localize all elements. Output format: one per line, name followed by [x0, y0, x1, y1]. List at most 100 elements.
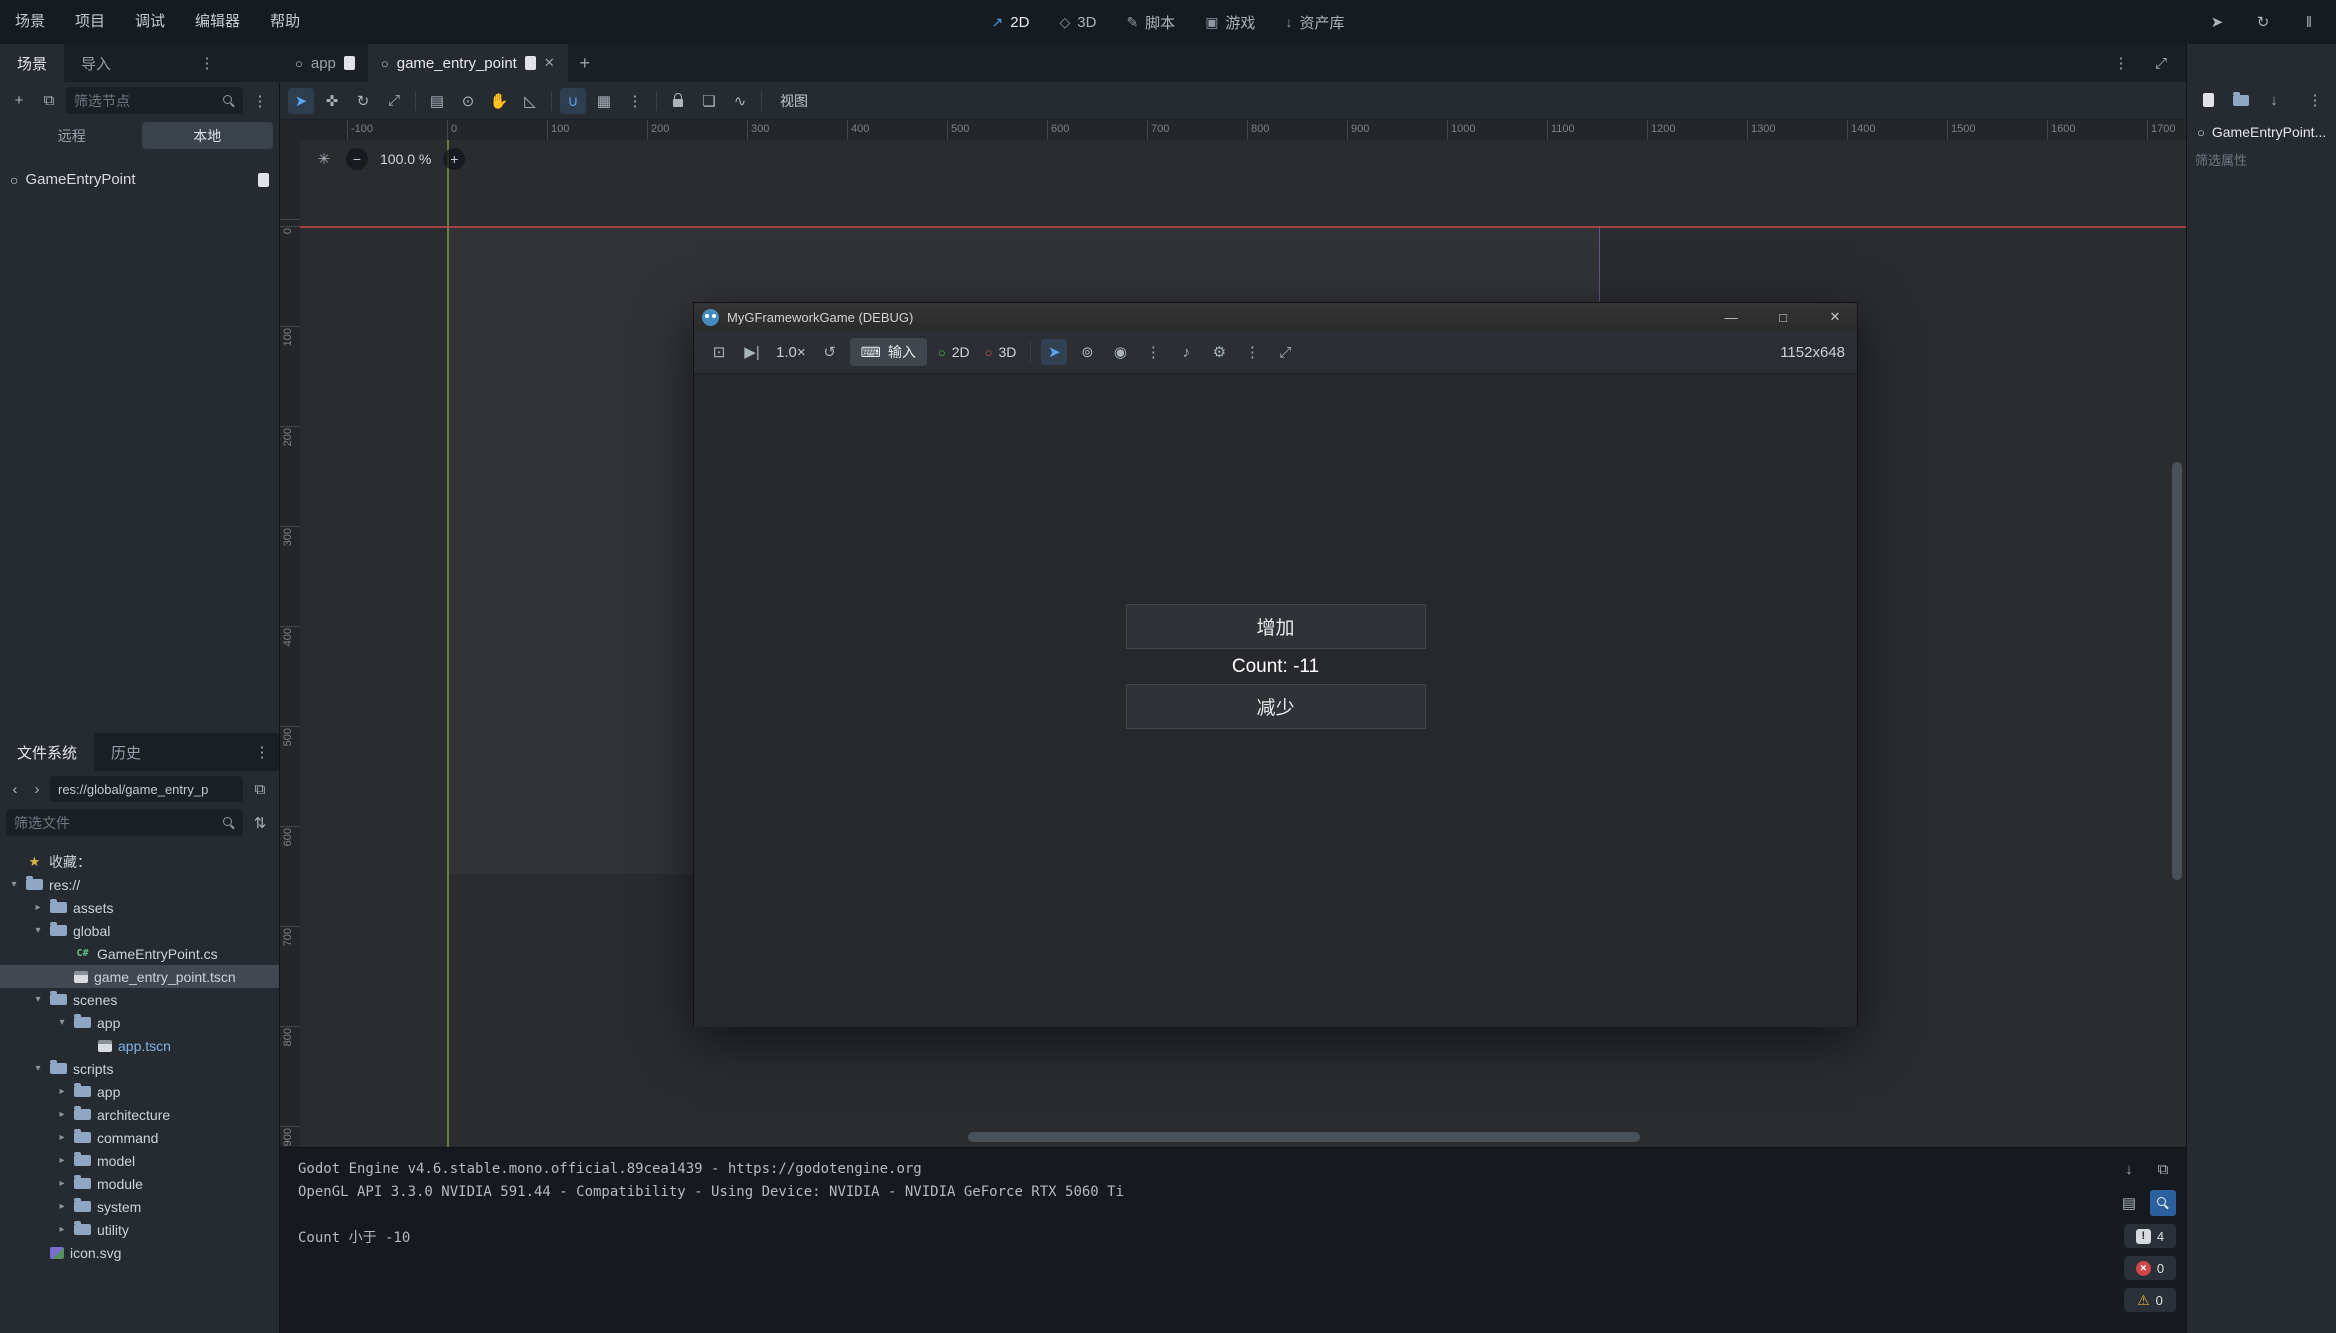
skeleton-icon[interactable]: ∿	[727, 88, 753, 114]
time-scale-label[interactable]: 1.0×	[772, 344, 810, 361]
snap-options-icon[interactable]: ⋮	[622, 88, 648, 114]
workspace-3d[interactable]: ◇ 3D	[1059, 14, 1096, 31]
attached-script-icon[interactable]	[258, 173, 269, 187]
pan-tool-icon[interactable]: ✋	[486, 88, 512, 114]
next-frame-icon[interactable]: ▶|	[739, 339, 765, 365]
menu-project[interactable]: 项目	[60, 0, 120, 44]
grid-snap-icon[interactable]: ▦	[591, 88, 617, 114]
chevron-right-icon[interactable]: ▸	[56, 1086, 68, 1097]
decrease-button[interactable]: 减少	[1126, 684, 1426, 729]
maximize-icon[interactable]: □	[1761, 303, 1805, 331]
minimize-icon[interactable]: —	[1709, 303, 1753, 331]
scene-tab-game-entry-point[interactable]: ○ game_entry_point ✕	[368, 44, 568, 82]
debug-options-icon[interactable]: ⚙	[1206, 339, 1232, 365]
load-resource-icon[interactable]	[2228, 87, 2254, 113]
distraction-free-icon[interactable]: ⤢	[2148, 50, 2174, 76]
window-title-bar[interactable]: MyGFrameworkGame (DEBUG) — □ ✕	[694, 303, 1857, 331]
select-tool-icon[interactable]: ➤	[288, 88, 314, 114]
suspend-3d-button[interactable]: ○ 3D	[981, 344, 1021, 360]
vertical-scrollbar[interactable]	[2172, 462, 2182, 880]
tab-history[interactable]: 历史	[94, 733, 158, 771]
reload-icon[interactable]: ↻	[2250, 9, 2276, 35]
close-icon[interactable]: ✕	[1813, 303, 1857, 331]
remote-debug-icon[interactable]: ➤	[2204, 9, 2230, 35]
tab-scene-dock[interactable]: 场景	[0, 44, 64, 82]
inspector-extra-menu-icon[interactable]: ⋮	[2302, 87, 2328, 113]
zoom-level[interactable]: 100.0 %	[380, 151, 431, 167]
chevron-down-icon[interactable]: ▾	[32, 1063, 44, 1074]
menu-help[interactable]: 帮助	[255, 0, 315, 44]
list-item[interactable]: ▾app	[0, 1011, 279, 1034]
filter-files-input[interactable]: 筛选文件	[6, 809, 243, 836]
dock-menu-icon[interactable]: ⋮	[194, 50, 220, 76]
list-item[interactable]: ▸app	[0, 1080, 279, 1103]
chevron-right-icon[interactable]: ▸	[32, 902, 44, 913]
more-options-icon[interactable]: ⋮	[1239, 339, 1265, 365]
filter-messages-icon[interactable]: ▤	[2116, 1190, 2142, 1216]
zoom-out-button[interactable]: −	[346, 148, 368, 170]
inspected-node-row[interactable]: ○ GameEntryPoint...	[2187, 118, 2336, 146]
messages-badge[interactable]: ! 4	[2124, 1224, 2176, 1248]
list-item[interactable]: ▸system	[0, 1195, 279, 1218]
ruler-tool-icon[interactable]: ◺	[517, 88, 543, 114]
list-item[interactable]: C#GameEntryPoint.cs	[0, 942, 279, 965]
fullscreen-icon[interactable]: ⤢	[1272, 339, 1298, 365]
chevron-right-icon[interactable]: ▸	[56, 1132, 68, 1143]
list-item[interactable]: ★收藏：	[0, 850, 279, 873]
pause-icon[interactable]: ‖	[2296, 9, 2322, 35]
chevron-right-icon[interactable]: ▸	[56, 1109, 68, 1120]
list-item[interactable]: ▸architecture	[0, 1103, 279, 1126]
menu-editor[interactable]: 编辑器	[180, 0, 255, 44]
select-mode-icon[interactable]: ➤	[1041, 339, 1067, 365]
save-resource-icon[interactable]: ↓	[2261, 87, 2287, 113]
scene-tab-app[interactable]: ○ app	[282, 44, 368, 82]
remote-button[interactable]: 远程	[6, 122, 138, 149]
errors-badge[interactable]: ✕ 0	[2124, 1256, 2176, 1280]
chevron-right-icon[interactable]: ▸	[56, 1224, 68, 1235]
scene-tabs-menu-icon[interactable]: ⋮	[2108, 50, 2134, 76]
new-scene-tab-button[interactable]: +	[568, 44, 602, 82]
visibility-icon[interactable]: ◉	[1107, 339, 1133, 365]
save-log-icon[interactable]: ↓	[2116, 1156, 2142, 1182]
chevron-down-icon[interactable]: ▾	[32, 994, 44, 1005]
forward-icon[interactable]: ›	[28, 776, 46, 802]
suspend-2d-button[interactable]: ○ 2D	[934, 344, 974, 360]
new-resource-icon[interactable]	[2195, 87, 2221, 113]
pivot-tool-icon[interactable]: ⊙	[455, 88, 481, 114]
workspace-game[interactable]: ▣ 游戏	[1205, 12, 1255, 33]
debug-session-icon[interactable]: ⊡	[706, 339, 732, 365]
list-item[interactable]: ▸command	[0, 1126, 279, 1149]
list-item[interactable]: ▾scripts	[0, 1057, 279, 1080]
group-icon[interactable]: ❏	[696, 88, 722, 114]
close-icon[interactable]: ✕	[544, 55, 555, 71]
filter-nodes-input[interactable]: 筛选节点	[66, 87, 243, 114]
filesystem-menu-icon[interactable]: ⋮	[249, 739, 275, 765]
list-item[interactable]: ▸module	[0, 1172, 279, 1195]
zoom-in-button[interactable]: +	[443, 148, 465, 170]
scene-dock-menu-icon[interactable]: ⋮	[247, 88, 273, 114]
chevron-down-icon[interactable]: ▾	[32, 925, 44, 936]
list-item[interactable]: icon.svg	[0, 1241, 279, 1264]
list-item[interactable]: ▾global	[0, 919, 279, 942]
list-item[interactable]: game_entry_point.tscn	[0, 965, 279, 988]
node-picker-icon[interactable]: ⊚	[1074, 339, 1100, 365]
path-field[interactable]: res://global/game_entry_p	[50, 776, 243, 802]
input-mode-button[interactable]: ⌨ 输入	[850, 338, 927, 366]
add-node-icon[interactable]: +	[6, 88, 32, 114]
local-button[interactable]: 本地	[142, 122, 274, 149]
workspace-script[interactable]: ✎ 脚本	[1126, 12, 1175, 33]
menu-scene[interactable]: 场景	[0, 0, 60, 44]
chevron-down-icon[interactable]: ▾	[56, 1017, 68, 1028]
filter-properties-input[interactable]: 筛选属性	[2195, 150, 2328, 169]
rotate-tool-icon[interactable]: ↻	[350, 88, 376, 114]
search-log-icon[interactable]	[2150, 1190, 2176, 1216]
list-item[interactable]: app.tscn	[0, 1034, 279, 1057]
list-item[interactable]: ▸model	[0, 1149, 279, 1172]
view-menu[interactable]: 视图	[770, 91, 818, 111]
workspace-2d[interactable]: ↗ 2D	[992, 14, 1030, 31]
lock-icon[interactable]	[665, 88, 691, 114]
copy-log-icon[interactable]: ⧉	[2150, 1156, 2176, 1182]
back-icon[interactable]: ‹	[6, 776, 24, 802]
horizontal-scrollbar[interactable]	[968, 1132, 1640, 1142]
chevron-right-icon[interactable]: ▸	[56, 1178, 68, 1189]
